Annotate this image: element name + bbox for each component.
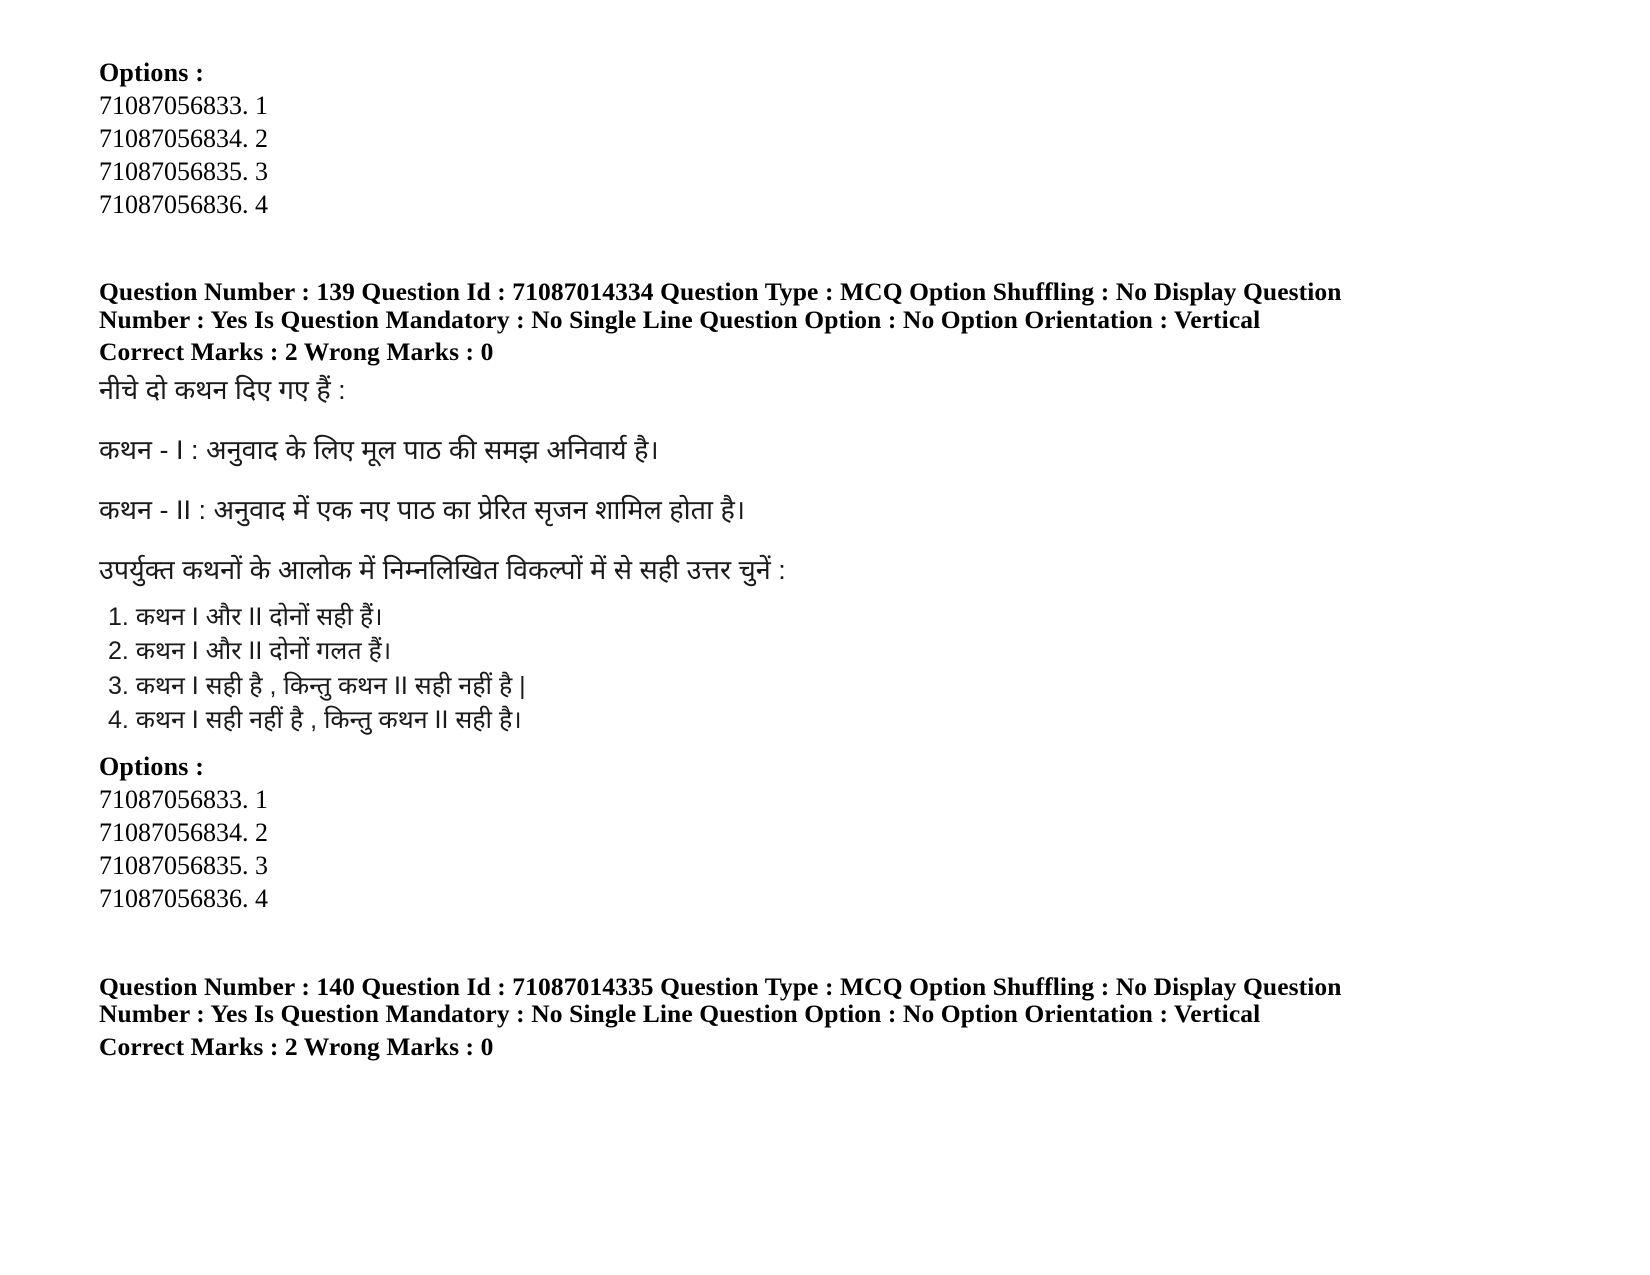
document-content: Options : 71087056833. 1 71087056834. 2 … bbox=[99, 56, 1539, 1060]
question-139: Question Number : 139 Question Id : 7108… bbox=[99, 278, 1539, 915]
question-140: Question Number : 140 Question Id : 7108… bbox=[99, 971, 1539, 1061]
option-id-row: 71087056836. 4 bbox=[99, 883, 268, 913]
option-id-row: 71087056835. 3 bbox=[99, 850, 268, 880]
options-block-top: Options : 71087056833. 1 71087056834. 2 … bbox=[99, 56, 1539, 221]
question-139-choice-3[interactable]: 3. कथन I सही है , किन्तु कथन II सही नहीं… bbox=[108, 669, 1539, 704]
question-139-choice-list: 1. कथन I और II दोनों सही हैं। 2. कथन I औ… bbox=[99, 600, 1539, 738]
question-140-marks: Correct Marks : 2 Wrong Marks : 0 bbox=[99, 1031, 494, 1061]
options-heading: Options : bbox=[99, 58, 205, 87]
options-heading: Options : bbox=[99, 751, 205, 781]
question-139-choice-4[interactable]: 4. कथन I सही नहीं है , किन्तु कथन II सही… bbox=[108, 703, 1539, 738]
option-id-row: 71087056833. 1 bbox=[99, 91, 268, 120]
question-140-meta: Question Number : 140 Question Id : 7108… bbox=[99, 971, 1429, 1061]
question-139-marks: Correct Marks : 2 Wrong Marks : 0 bbox=[99, 337, 494, 366]
question-140-meta-line-1: Question Number : 140 Question Id : 7108… bbox=[99, 971, 1342, 1028]
document-page: Options : 71087056833. 1 71087056834. 2 … bbox=[0, 0, 1650, 1275]
options-block-question-139: Options : 71087056833. 1 71087056834. 2 … bbox=[99, 750, 1539, 915]
option-id-row: 71087056836. 4 bbox=[99, 190, 268, 219]
question-139-meta-line-1: Question Number : 139 Question Id : 7108… bbox=[99, 277, 1342, 334]
option-id-row: 71087056834. 2 bbox=[99, 817, 268, 847]
option-id-row: 71087056835. 3 bbox=[99, 157, 268, 186]
question-139-statement-1: कथन - I : अनुवाद के लिए मूल पाठ की समझ अ… bbox=[99, 434, 659, 465]
option-id-row: 71087056834. 2 bbox=[99, 124, 268, 153]
question-139-choice-2[interactable]: 2. कथन I और II दोनों गलत हैं। bbox=[108, 634, 1539, 669]
question-139-stem: नीचे दो कथन दिए गए हैं : bbox=[99, 374, 346, 405]
question-139-instruction: उपर्युक्त कथनों के आलोक में निम्नलिखित व… bbox=[99, 554, 786, 585]
question-139-statement-2: कथन - II : अनुवाद में एक नए पाठ का प्रेर… bbox=[99, 494, 746, 525]
question-139-meta: Question Number : 139 Question Id : 7108… bbox=[99, 278, 1429, 366]
option-id-row: 71087056833. 1 bbox=[99, 784, 268, 814]
question-139-choice-1[interactable]: 1. कथन I और II दोनों सही हैं। bbox=[108, 600, 1539, 635]
